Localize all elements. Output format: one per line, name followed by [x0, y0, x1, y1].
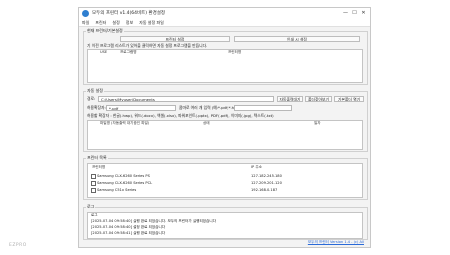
printer-table[interactable]: 프린터명 IP 주소 Samsung CLX-6260 Series PS 12… — [87, 163, 363, 198]
title-bar: 모두의 프린터 v1.4(64비트) 환경설정 — ☐ ✕ — [79, 8, 370, 19]
menu-file[interactable]: 파일 — [82, 19, 89, 26]
log-line: [2025-07-04 09:58:40] 실행 완료 되었습니다. 모두의 프… — [91, 219, 217, 223]
auto-group-label: 자동 설정 — [86, 88, 104, 94]
allowed-types-text: 허용할 확장자 : 한글(.hwp), 워드(.docx), 엑셀(.xlsx)… — [87, 113, 274, 118]
watermark-logo: EZPRO — [9, 243, 27, 248]
printer-setup-button[interactable]: 프린터 설정 — [120, 36, 230, 42]
open-default-folder-button[interactable]: 기본폴더 열기 — [334, 96, 364, 102]
extension-extra-input[interactable] — [234, 105, 292, 111]
maximize-icon[interactable]: ☐ — [350, 9, 359, 18]
path-input[interactable]: C:\Users\Myuser\Documents — [98, 96, 274, 102]
printer-name: Samsung C51x Series — [97, 188, 137, 192]
window-controls: — ☐ ✕ — [341, 9, 368, 18]
column-use: USE — [100, 50, 108, 54]
printer-name: Samsung CLX-6260 Series PCL — [97, 181, 153, 185]
log-line: [2025-07-04 09:58:41] 실행 완료 되었습니다 — [91, 231, 166, 235]
menu-settings[interactable]: 설정 — [112, 19, 119, 26]
close-icon[interactable]: ✕ — [359, 9, 368, 18]
printer-checkbox[interactable] — [91, 188, 96, 193]
auto-print-wait-button[interactable]: 자동출력대기 — [277, 96, 303, 102]
printer-settings-group: 현재 프린터/기본설정 프린터 설정 인쇄 시 설정 기 이전 프로그램 리스트… — [83, 28, 368, 85]
printer-row[interactable]: Samsung CLX-6260 Series PS 127.182.245.1… — [89, 173, 361, 179]
log-group: 로그 로그 [2025-07-04 09:58:40] 실행 완료 되었습니다.… — [83, 204, 368, 240]
printer-checkbox[interactable] — [91, 174, 96, 179]
menu-auto-config[interactable]: 자동 설정 파일 — [139, 19, 164, 26]
log-group-label: 로그 — [86, 204, 96, 210]
printer-list-group: 프린터 목록 프린터명 IP 주소 Samsung CLX-6260 Serie… — [83, 155, 368, 200]
auto-settings-group: 자동 설정 경로: C:\Users\Myuser\Documents 자동출력… — [83, 88, 368, 152]
printer-row[interactable]: Samsung CLX-6260 Series PCL 127.209.201.… — [89, 180, 361, 186]
extension-hint: 콤마로 여러 개 입력 (예:*.pdf;*.hwp) — [179, 105, 242, 110]
version-link[interactable]: 모두의 프린터 Version 1.4 - (c) All — [308, 240, 364, 245]
auto-print-queue-list[interactable]: 파일명 (자동출력 대기중인 파일) 상태 일자 — [87, 120, 363, 150]
printer-list-label: 프린터 목록 — [86, 155, 108, 161]
printer-row[interactable]: Samsung C51x Series 192.168.0.187 — [89, 187, 361, 193]
column-date: 일자 — [314, 121, 321, 125]
menu-info[interactable]: 정보 — [126, 19, 133, 26]
app-window: 모두의 프린터 v1.4(64비트) 환경설정 — ☐ ✕ 파일 프린터 설정 … — [78, 7, 371, 248]
printer-name: Samsung CLX-6260 Series PS — [97, 174, 150, 178]
column-file-name: 파일명 (자동출력 대기중인 파일) — [100, 121, 150, 125]
print-settings-button[interactable]: 인쇄 시 설정 — [234, 36, 360, 42]
printer-checkbox[interactable] — [91, 181, 96, 186]
log-header: 로그 — [91, 213, 98, 217]
printer-ip: 127.209.201.120 — [251, 181, 282, 185]
printer-ip: 192.168.0.187 — [251, 188, 278, 192]
extension-input[interactable]: *.pdf — [106, 105, 176, 111]
menu-printer[interactable]: 프린터 — [95, 19, 106, 26]
window-title: 모두의 프린터 v1.4(64비트) 환경설정 — [92, 11, 166, 16]
printer-ip: 127.182.245.180 — [251, 174, 282, 178]
column-program-name: 프로그램명 — [120, 50, 137, 54]
menu-bar: 파일 프린터 설정 정보 자동 설정 파일 — [79, 19, 370, 27]
printer-info-text: 기 이전 프로그램 리스트가 있어을 클릭하면 자동 설정 프로그램을 만듭니다… — [87, 43, 208, 48]
column-ip-address: IP 주소 — [251, 165, 262, 169]
program-list[interactable]: USE 프로그램명 프린터명 — [87, 49, 363, 83]
app-logo-icon — [82, 10, 89, 17]
column-printer: 프린터명 — [92, 165, 106, 169]
browse-folder-button[interactable]: 폴더찾아보기 — [305, 96, 332, 102]
path-label: 경로: — [87, 96, 96, 101]
minimize-icon[interactable]: — — [341, 9, 350, 18]
log-box[interactable]: 로그 [2025-07-04 09:58:40] 실행 완료 되었습니다. 모두… — [87, 212, 363, 239]
extension-label: 허용확장자: — [87, 105, 106, 110]
column-status: 상태 — [203, 121, 210, 125]
log-line: [2025-07-04 09:58:40] 설정 완료 되었습니다 — [91, 225, 166, 229]
printer-group-label: 현재 프린터/기본설정 — [86, 28, 124, 34]
column-printer-name: 프린터명 — [228, 50, 242, 54]
